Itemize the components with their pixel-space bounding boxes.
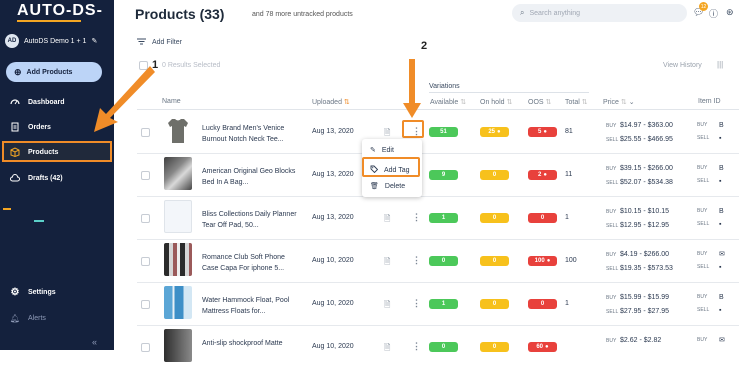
annotation-arrows: [94, 59, 421, 132]
arrow-2-head: [403, 103, 421, 118]
step-2-label: 2: [421, 40, 428, 52]
arrow-2-shaft: [409, 59, 415, 105]
arrow-1: [94, 66, 155, 132]
step-1-label: 1: [152, 59, 159, 71]
